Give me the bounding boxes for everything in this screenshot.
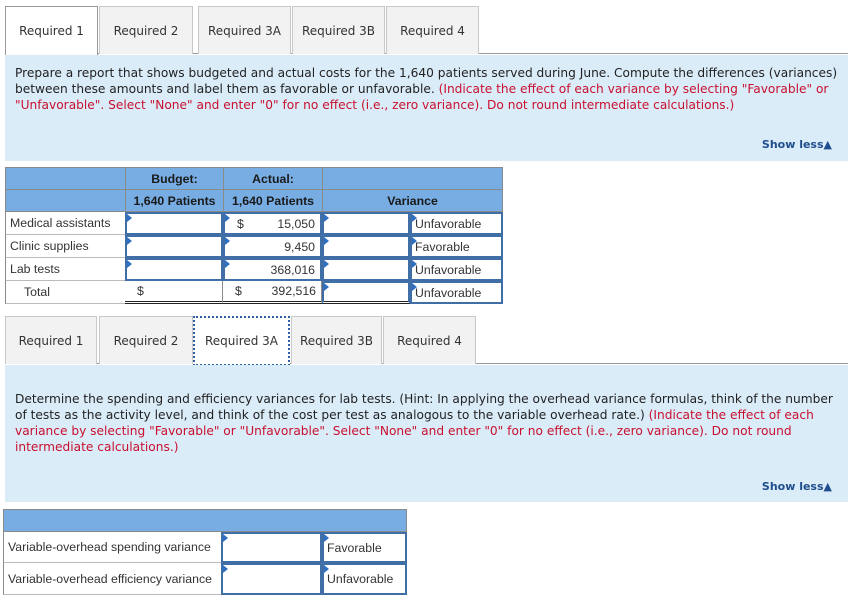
header-budget-line2: 1,640 Patients [125,189,224,212]
triangle-up-icon: ▲ [823,138,832,151]
tab-required-2[interactable]: Required 2 [99,316,193,364]
row-label-clinic-supplies: Clinic supplies [5,235,125,258]
variance-input-medical-assistants[interactable] [322,212,410,235]
header-variance-blank [322,167,503,190]
actual-total: $ 392,516 [223,281,322,304]
tab-required-3a[interactable]: Required 3A [198,6,291,54]
triangle-up-icon: ▲ [823,480,832,493]
header-actual-line1: Actual: [223,167,323,190]
variance-input-lab-tests[interactable] [322,258,410,281]
dollar-sign: $ [237,216,244,231]
variance-input-total[interactable] [322,281,410,304]
header-blank-2 [5,189,126,212]
budget-input-clinic-supplies[interactable] [125,235,223,258]
budget-input-lab-tests[interactable] [125,258,223,281]
row-label-lab-tests: Lab tests [5,258,125,281]
variance-input-clinic-supplies[interactable] [322,235,410,258]
row-label-efficiency-variance: Variable-overhead efficiency variance [3,563,221,595]
show-less-link[interactable]: Show less▲ [762,479,832,495]
row-label-medical-assistants: Medical assistants [5,212,125,235]
budget-input-medical-assistants[interactable] [125,212,223,235]
actual-input-lab-tests[interactable]: 368,016 [223,258,322,281]
row-label-spending-variance: Variable-overhead spending variance [3,532,221,563]
dollar-sign: $ [235,284,242,298]
effect-select-spending-variance[interactable]: Favorable [322,532,407,563]
tab-required-1[interactable]: Required 1 [5,6,98,55]
actual-value: 15,050 [277,216,315,231]
tab-required-4[interactable]: Required 4 [383,316,476,364]
actual-total-value: 392,516 [271,284,316,298]
header-budget-line1: Budget: [125,167,224,190]
tab-bar-top: Required 1 Required 2 Required 3A Requir… [5,6,848,55]
budget-total: $ [125,281,223,304]
tab-required-3a[interactable]: Required 3A [193,316,290,366]
row-label-total: Total [5,281,125,304]
actual-value: 9,450 [284,239,315,254]
tab-bar-bottom: Required 1 Required 2 Required 3A Requir… [5,316,848,366]
dollar-sign: $ [137,284,144,298]
tab-required-3b[interactable]: Required 3B [291,316,382,364]
show-less-label: Show less [761,138,824,151]
amount-input-spending-variance[interactable] [221,532,322,563]
table-header [3,509,407,532]
tab-required-3b[interactable]: Required 3B [292,6,385,54]
tab-required-2[interactable]: Required 2 [99,6,193,54]
header-actual-line2: 1,640 Patients [223,189,323,212]
actual-value: 368,016 [270,262,315,277]
instructions-panel-required-3a: Determine the spending and efficiency va… [5,365,848,502]
effect-select-lab-tests[interactable]: Unfavorable [410,258,503,281]
effect-select-medical-assistants[interactable]: Unfavorable [410,212,503,235]
header-blank [5,167,126,190]
effect-select-total[interactable]: Unfavorable [410,281,503,304]
amount-input-efficiency-variance[interactable] [221,563,322,595]
tab-required-4[interactable]: Required 4 [386,6,479,54]
instructions-text: Prepare a report that shows budgeted and… [15,65,840,113]
tab-required-1[interactable]: Required 1 [5,316,97,364]
show-less-label: Show less [761,480,824,493]
instructions-text: Determine the spending and efficiency va… [15,391,840,455]
header-variance: Variance [322,189,503,212]
show-less-link[interactable]: Show less▲ [762,137,832,153]
effect-select-clinic-supplies[interactable]: Favorable [410,235,503,258]
actual-input-medical-assistants[interactable]: $ 15,050 [223,212,322,235]
effect-select-efficiency-variance[interactable]: Unfavorable [322,563,407,595]
actual-input-clinic-supplies[interactable]: 9,450 [223,235,322,258]
instructions-panel-required-1: Prepare a report that shows budgeted and… [5,55,848,161]
